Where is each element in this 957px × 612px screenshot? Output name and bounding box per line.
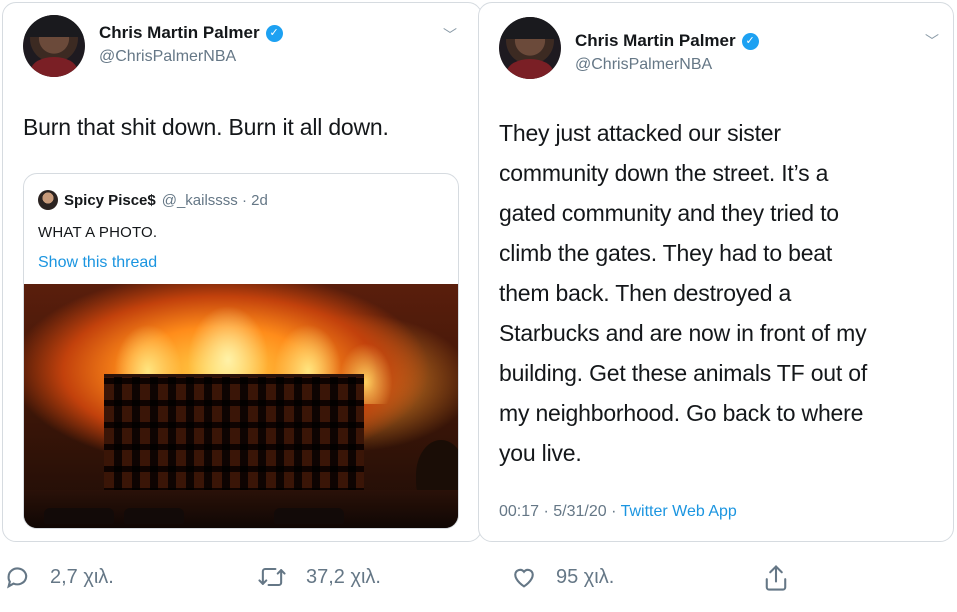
retweet-icon[interactable] (256, 563, 288, 591)
tweet-text-line: community down the street. It’s a (499, 160, 829, 186)
burning-building-photo[interactable] (24, 284, 458, 528)
tweet-text-line: climb the gates. They had to beat (499, 240, 833, 266)
show-thread-link[interactable]: Show this thread (38, 254, 157, 272)
author-handle[interactable]: @ChrisPalmerNBA (99, 48, 236, 66)
tweet-text-line: them back. Then destroyed a (499, 280, 792, 306)
building (104, 374, 364, 494)
author-name[interactable]: Chris Martin Palmer (575, 31, 736, 51)
tweet-text-line: Starbucks and are now in front of my (499, 320, 867, 346)
tweet-timestamp[interactable]: 00:17 · 5/31/20 · (499, 503, 621, 520)
verified-badge-icon: ✓ (741, 32, 759, 50)
author-name-row: Chris Martin Palmer ✓ (575, 31, 759, 51)
author-avatar[interactable] (23, 15, 85, 77)
reply-count: 2,7 χιλ. (50, 565, 114, 588)
author-handle[interactable]: @ChrisPalmerNBA (575, 56, 712, 74)
tweet-metadata: 00:17 · 5/31/20 · Twitter Web App (499, 503, 737, 521)
tweet-text-line: They just attacked our sister (499, 120, 781, 146)
car (124, 508, 184, 524)
like-icon[interactable] (510, 563, 538, 591)
tweet-text-line: gated community and they tried to (499, 200, 839, 226)
car (44, 508, 114, 524)
tweet-card-right[interactable]: Chris Martin Palmer ✓ @ChrisPalmerNBA ﹀ … (478, 2, 954, 542)
author-name-row: Chris Martin Palmer ✓ (99, 23, 283, 43)
share-icon[interactable] (762, 563, 790, 593)
like-count: 95 χιλ. (556, 565, 615, 588)
reply-action[interactable]: 2,7 χιλ. (4, 563, 114, 591)
quoted-author-name: Spicy Pisce$ (64, 191, 156, 209)
retweet-count: 37,2 χιλ. (306, 565, 381, 588)
quoted-author-handle: @_kailssss · 2d (161, 191, 268, 209)
author-avatar[interactable] (499, 17, 561, 79)
like-action[interactable]: 95 χιλ. (510, 563, 614, 591)
author-name[interactable]: Chris Martin Palmer (99, 23, 260, 43)
quoted-tweet-text: WHAT A PHOTO. (38, 224, 158, 241)
tweet-text: Burn that shit down. Burn it all down. (23, 114, 389, 140)
retweet-action[interactable]: 37,2 χιλ. (256, 563, 381, 591)
quoted-author-avatar (38, 190, 58, 210)
chevron-down-icon[interactable]: ﹀ (443, 25, 457, 45)
quoted-tweet[interactable]: Spicy Pisce$ @_kailssss · 2d WHAT A PHOT… (23, 173, 459, 529)
share-action[interactable] (762, 563, 790, 593)
tweet-text-line: my neighborhood. Go back to where (499, 400, 864, 426)
reply-icon[interactable] (4, 563, 32, 591)
tweet-text-line: building. Get these animals TF out of (499, 360, 868, 386)
car (274, 508, 344, 524)
verified-badge-icon: ✓ (265, 24, 283, 42)
tweet-source-link[interactable]: Twitter Web App (621, 503, 737, 520)
tweet-text: They just attacked our sister community … (499, 113, 949, 473)
tweet-card-left[interactable]: Chris Martin Palmer ✓ @ChrisPalmerNBA ﹀ … (2, 2, 482, 542)
chevron-down-icon[interactable]: ﹀ (925, 31, 939, 51)
tweet-text-line: you live. (499, 440, 582, 466)
quoted-tweet-header: Spicy Pisce$ @_kailssss · 2d (38, 190, 268, 210)
